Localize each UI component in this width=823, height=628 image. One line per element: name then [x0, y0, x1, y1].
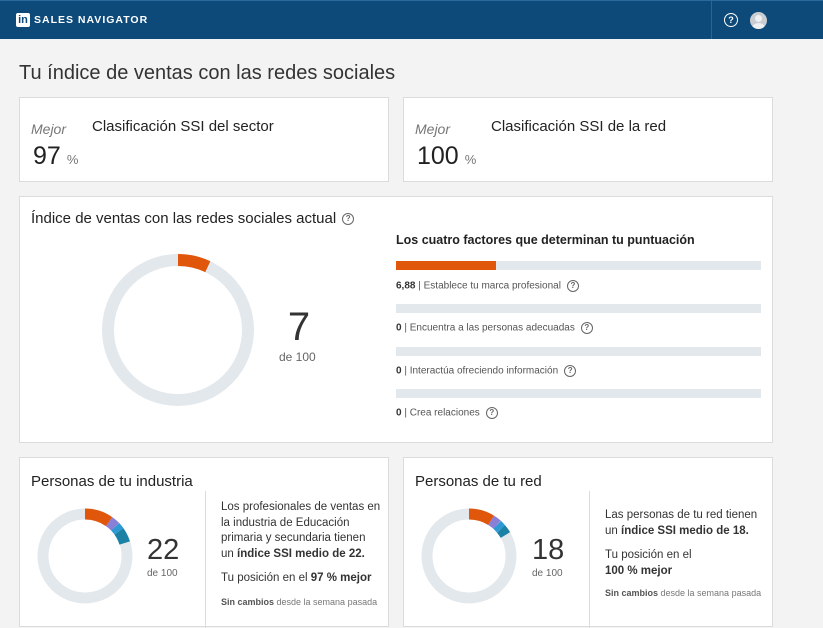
industry-donut [37, 508, 133, 604]
factor-bar-people [396, 304, 761, 313]
network-divider [589, 491, 590, 628]
network-title: Personas de tu red [415, 473, 542, 490]
brand-name: SALES NAVIGATOR [34, 14, 149, 26]
sector-best-label: Mejor [31, 121, 67, 137]
factor-bar-insights [396, 347, 761, 356]
avatar[interactable] [750, 12, 767, 29]
sales-navigator-logo[interactable]: in SALES NAVIGATOR [16, 13, 148, 27]
network-score-of: de 100 [532, 568, 563, 579]
industry-description: Los profesionales de ventas en la indust… [221, 501, 381, 560]
industry-title: Personas de tu industria [31, 473, 193, 490]
industry-people-card: Personas de tu industria 22 de 100 Los p… [19, 457, 389, 628]
network-rank-card: Mejor Clasificación SSI de la red 100% [403, 97, 773, 182]
industry-arc-orange [84, 508, 113, 527]
industry-arc-purple [105, 517, 120, 531]
factor-insights-help-icon[interactable]: ? [564, 365, 577, 377]
industry-position: Tu posición en el 97 % mejor [221, 572, 372, 584]
network-rank-title: Clasificación SSI de la red [491, 118, 667, 135]
topbar-divider [711, 1, 712, 39]
factor-people-help-icon[interactable]: ? [580, 322, 593, 334]
network-position: Tu posición en el 100 % mejor [605, 549, 692, 577]
network-best-label: Mejor [415, 121, 451, 137]
network-rank-value: 100% [417, 142, 477, 170]
factor-bar-relationships [396, 389, 761, 398]
ssi-donut-arc [177, 254, 211, 273]
network-arc-teal [496, 525, 511, 538]
ssi-current-card: Índice de ventas con las redes sociales … [19, 196, 773, 443]
network-arc-purple [488, 515, 501, 529]
sector-rank-value: 97% [33, 142, 79, 170]
help-icon[interactable]: ? [724, 13, 738, 27]
ssi-score-of: de 100 [279, 350, 316, 364]
factor-relationships-help-icon[interactable]: ? [485, 407, 498, 419]
industry-change: Sin cambios desde la semana pasada [221, 597, 378, 607]
factors-title: Los cuatro factores que determinan tu pu… [396, 233, 695, 247]
network-arc-blue [493, 520, 506, 533]
network-score: 18 [532, 534, 565, 566]
factor-label-brand: 6,88 | Establece tu marca profesional? [396, 280, 579, 292]
factor-label-relationships: 0 | Crea relaciones? [396, 407, 498, 419]
network-description: Las personas de tu red tienen un índice … [605, 509, 758, 537]
page-title: Tu índice de ventas con las redes social… [19, 62, 396, 84]
factor-label-insights: 0 | Interactúa ofreciendo información? [396, 365, 577, 377]
factor-label-people: 0 | Encuentra a las personas adecuadas? [396, 322, 593, 334]
ssi-donut-track [102, 254, 254, 406]
sector-rank-title: Clasificación SSI del sector [92, 118, 274, 135]
sector-rank-card: Mejor Clasificación SSI del sector 97% [19, 97, 389, 182]
factor-brand-help-icon[interactable]: ? [566, 280, 579, 292]
network-donut [421, 508, 517, 604]
industry-score: 22 [147, 534, 180, 566]
linkedin-icon: in [16, 13, 30, 27]
ssi-donut [102, 254, 254, 406]
ssi-help-icon[interactable]: ? [342, 213, 355, 226]
ssi-score: 7 [287, 305, 311, 349]
top-navigation-bar: in SALES NAVIGATOR ? [0, 0, 823, 39]
industry-arc-blue [111, 522, 124, 535]
network-change: Sin cambios desde la semana pasada [605, 588, 762, 598]
industry-score-of: de 100 [147, 568, 178, 579]
industry-divider [205, 491, 206, 628]
industry-arc-teal [114, 528, 130, 545]
factor-bar-brand [396, 261, 761, 270]
network-arc-orange [468, 508, 494, 526]
ssi-current-title: Índice de ventas con las redes sociales … [31, 210, 355, 227]
network-people-card: Personas de tu red 18 de 100 Las persona… [403, 457, 773, 628]
